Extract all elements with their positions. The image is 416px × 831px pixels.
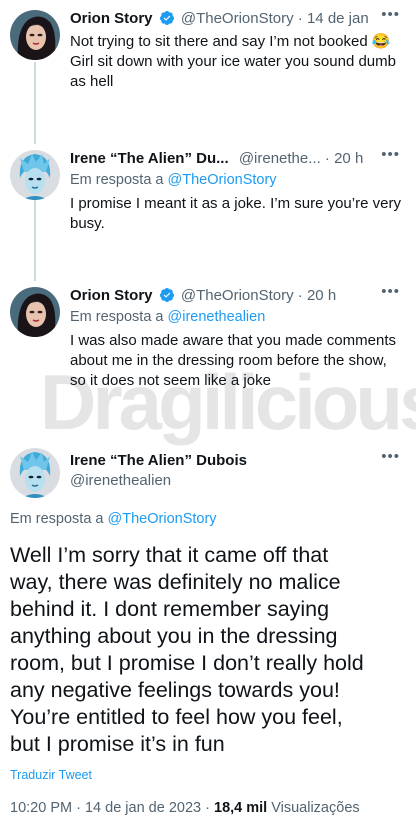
- tweet-text-line: about me in the dressing room before the…: [70, 352, 387, 369]
- tweet-text: I was also made aware that you made comm…: [70, 331, 396, 391]
- tweet-text-line: but I promise it’s in fun: [10, 732, 225, 756]
- tweet-header: Orion Story @TheOrionStory · 20 h •••: [70, 283, 416, 307]
- tweet-text-line: You’re entitled to feel how you feel,: [10, 705, 343, 729]
- reply-to-line: Em resposta a @TheOrionStory: [70, 172, 277, 188]
- author-name[interactable]: Irene “The Alien” Dubois: [70, 451, 247, 471]
- more-options-icon[interactable]: •••: [381, 283, 400, 300]
- tweet-time[interactable]: 20 h: [334, 150, 363, 167]
- more-options-icon[interactable]: •••: [381, 448, 400, 465]
- avatar-orion[interactable]: [10, 10, 60, 60]
- separator-dot: ·: [324, 150, 330, 167]
- author-handle[interactable]: @irenethe...: [239, 150, 321, 167]
- author-name[interactable]: Orion Story: [70, 287, 153, 304]
- tweet-text: Not trying to sit there and say I’m not …: [70, 32, 396, 92]
- reply-to-line: Em resposta a @irenethealien: [70, 309, 265, 325]
- views-label: Visualizações: [271, 800, 360, 816]
- tweet-2[interactable]: Irene “The Alien” Du... @irenethe... · 2…: [0, 146, 416, 260]
- tweet-text-line: Well I’m sorry that it came off that: [10, 543, 329, 567]
- reply-mention-link[interactable]: @irenethealien: [168, 309, 266, 325]
- reply-prefix: Em resposta a: [70, 309, 164, 325]
- verified-badge-icon: [159, 288, 174, 302]
- author-name[interactable]: Orion Story: [70, 10, 153, 27]
- tweet-text-line: anything about you in the dressing: [10, 624, 338, 648]
- avatar-irene[interactable]: [10, 150, 60, 200]
- tweet-3[interactable]: Orion Story @TheOrionStory · 20 h ••• Em…: [0, 283, 416, 397]
- tweet-text-line: Girl sit down with your ice water you so…: [70, 53, 396, 70]
- tweet-text-line: room, but I promise I don’t really hold: [10, 651, 364, 675]
- author-handle[interactable]: @TheOrionStory: [181, 287, 294, 304]
- reply-prefix: Em resposta a: [10, 511, 104, 527]
- views-count[interactable]: 18,4 mil: [214, 800, 267, 816]
- tweet-time[interactable]: 10:20 PM: [10, 800, 72, 816]
- separator-dot: ·: [76, 800, 81, 816]
- reply-to-line: Em resposta a @TheOrionStory: [10, 511, 217, 527]
- tweet-text-line: Not trying to sit there and say I’m not …: [70, 33, 391, 50]
- reply-mention-link[interactable]: @TheOrionStory: [108, 511, 217, 527]
- tweet-time[interactable]: 20 h: [307, 287, 336, 304]
- tweet-text: I promise I meant it as a joke. I’m sure…: [70, 194, 401, 234]
- tweet-text-line: way, there was definitely no malice: [10, 570, 341, 594]
- tweet-text-line: I was also made aware that you made comm…: [70, 332, 396, 349]
- tweet-text-line: any negative feelings towards you!: [10, 678, 340, 702]
- translate-tweet-link[interactable]: Traduzir Tweet: [10, 768, 92, 782]
- tweet-1[interactable]: Orion Story @TheOrionStory · 14 de jan •…: [0, 6, 416, 120]
- separator-dot: ·: [297, 287, 303, 304]
- more-options-icon[interactable]: •••: [381, 146, 400, 163]
- author-block: Irene “The Alien” Dubois @irenethealien: [70, 451, 247, 491]
- more-options-icon[interactable]: •••: [381, 6, 400, 23]
- tweet-text-line: behind it. I dont remember saying: [10, 597, 330, 621]
- tweet-time[interactable]: 14 de jan: [307, 10, 369, 27]
- separator-dot: ·: [205, 800, 210, 816]
- tweet-text-line: as hell: [70, 73, 114, 90]
- reply-prefix: Em resposta a: [70, 172, 164, 188]
- author-name[interactable]: Irene “The Alien” Du...: [70, 150, 229, 167]
- tweet-text-line: I promise I meant it as a joke. I’m sure…: [70, 195, 401, 212]
- tweet-date[interactable]: 14 de jan de 2023: [85, 800, 201, 816]
- tweet-metadata: 10:20 PM · 14 de jan de 2023 · 18,4 mil …: [10, 800, 360, 816]
- avatar-orion[interactable]: [10, 287, 60, 337]
- separator-dot: ·: [297, 10, 303, 27]
- author-handle[interactable]: @irenethealien: [70, 471, 247, 491]
- main-tweet-text: Well I’m sorry that it came off that way…: [10, 542, 364, 758]
- tweet-header: Irene “The Alien” Du... @irenethe... · 2…: [70, 146, 416, 170]
- avatar-irene[interactable]: [10, 448, 60, 498]
- tweet-header: Orion Story @TheOrionStory · 14 de jan •…: [70, 6, 416, 30]
- reply-mention-link[interactable]: @TheOrionStory: [168, 172, 277, 188]
- tweet-text-line: busy.: [70, 215, 105, 232]
- tweet-text-line: so it does not seem like a joke: [70, 372, 271, 389]
- verified-badge-icon: [159, 11, 174, 25]
- author-handle[interactable]: @TheOrionStory: [181, 10, 294, 27]
